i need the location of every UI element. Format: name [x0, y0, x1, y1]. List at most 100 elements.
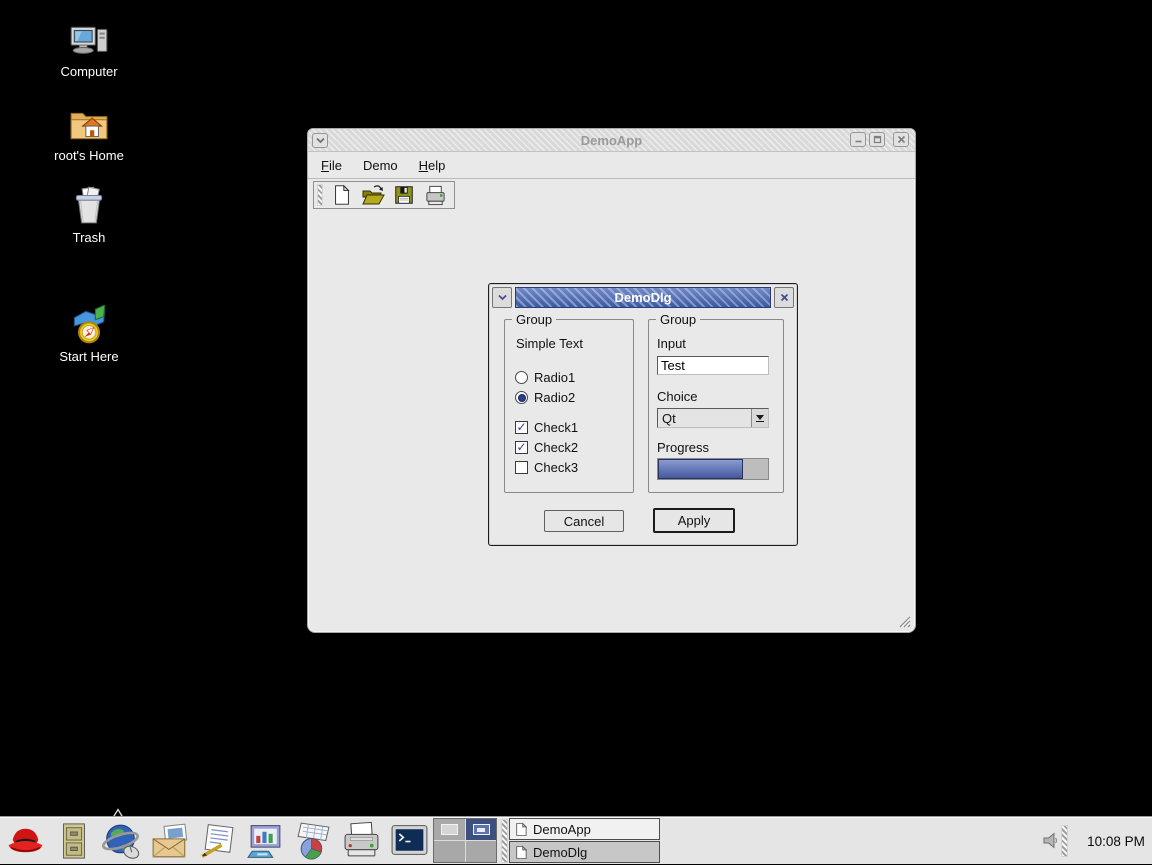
cancel-button[interactable]: Cancel [544, 510, 624, 532]
web-browser-icon [101, 821, 142, 861]
open-file-icon [361, 184, 385, 206]
word-processor-button[interactable] [197, 820, 238, 861]
resize-grip[interactable] [897, 614, 911, 628]
choice-label: Choice [657, 389, 697, 404]
document-icon [515, 845, 527, 860]
workspace-2-active[interactable] [466, 819, 497, 840]
close-icon [780, 293, 789, 302]
computer-icon [68, 24, 110, 60]
clock: 10:08 PM [1080, 817, 1152, 865]
save-icon [393, 184, 415, 206]
terminal-icon [389, 822, 430, 860]
desktop-icon-start-here[interactable]: Start Here [29, 305, 149, 364]
menu-file[interactable]: File [321, 158, 342, 173]
task-button-demoapp[interactable]: DemoApp [509, 818, 660, 840]
email-button[interactable] [149, 820, 190, 861]
app-titlebar[interactable]: DemoApp [308, 129, 915, 152]
mini-window [473, 824, 490, 835]
combobox-value: Qt [658, 411, 751, 426]
radio-label: Radio2 [534, 390, 575, 405]
print-manager-button[interactable] [341, 820, 382, 861]
clock-drag-handle[interactable] [1061, 825, 1068, 857]
home-folder-icon [68, 106, 110, 144]
input-field[interactable] [657, 356, 769, 375]
group-box-right: Group Input Choice Qt Progress [648, 319, 784, 493]
maximize-icon [873, 135, 882, 144]
spreadsheet-icon [293, 821, 334, 860]
presentation-icon [245, 822, 286, 860]
checkbox-label: Check1 [534, 420, 578, 435]
menu-help[interactable]: Help [419, 158, 446, 173]
tasklist-drag-handle[interactable] [501, 819, 508, 863]
chevron-bar [756, 421, 764, 422]
terminal-button[interactable] [389, 820, 430, 861]
word-processor-icon [197, 822, 238, 860]
minimize-button[interactable] [850, 132, 866, 147]
desktop-icon-label: root's Home [29, 148, 149, 163]
menu-demo[interactable]: Demo [363, 158, 398, 173]
volume-icon[interactable] [1042, 832, 1060, 849]
checkbox-label: Check2 [534, 440, 578, 455]
new-document-button[interactable] [330, 183, 354, 207]
workspace-1[interactable] [434, 819, 465, 840]
radio-icon [515, 391, 528, 404]
radio-icon [515, 371, 528, 384]
checkbox-icon: ✓ [515, 441, 528, 454]
file-manager-button[interactable] [53, 820, 94, 861]
dialog-titlebar[interactable]: DemoDlg [492, 287, 794, 308]
redhat-menu-icon [5, 823, 46, 859]
app-window-title: DemoApp [308, 133, 915, 148]
radio-radio2[interactable]: Radio2 [515, 390, 575, 405]
taskbar: DemoApp DemoDlg 10:08 PM [0, 816, 1152, 864]
maximize-button[interactable] [869, 132, 885, 147]
close-button[interactable] [893, 132, 909, 147]
print-manager-icon [341, 821, 382, 860]
file-manager-icon [55, 821, 93, 861]
print-icon [424, 184, 447, 207]
toolbar-drag-handle[interactable] [317, 184, 323, 206]
mini-window [441, 824, 458, 835]
checkbox-check1[interactable]: ✓ Check1 [515, 420, 578, 435]
checkbox-icon: ✓ [515, 421, 528, 434]
progress-label: Progress [657, 440, 709, 455]
task-button-demodlg[interactable]: DemoDlg [509, 841, 660, 863]
redhat-menu-button[interactable] [5, 820, 46, 861]
task-label: DemoDlg [533, 845, 587, 860]
workspace-4[interactable] [466, 841, 497, 862]
desktop-icon-roots-home[interactable]: root's Home [29, 106, 149, 163]
workspace-3[interactable] [434, 841, 465, 862]
task-label: DemoApp [533, 822, 591, 837]
desktop-icon-label: Trash [29, 230, 149, 245]
minimize-icon [854, 135, 863, 144]
checkbox-label: Check3 [534, 460, 578, 475]
dialog-close-button[interactable] [774, 287, 794, 308]
presentation-button[interactable] [245, 820, 286, 861]
desktop-icon-label: Start Here [29, 349, 149, 364]
group-box-label: Group [656, 312, 700, 327]
progress-fill [658, 459, 743, 479]
desktop-icon-trash[interactable]: Trash [29, 186, 149, 245]
checkbox-check2[interactable]: ✓ Check2 [515, 440, 578, 455]
apply-button[interactable]: Apply [653, 508, 735, 533]
start-here-icon [68, 305, 110, 345]
group-box-label: Group [512, 312, 556, 327]
print-button[interactable] [423, 183, 447, 207]
window-menu-icon [497, 293, 508, 302]
radio-radio1[interactable]: Radio1 [515, 370, 575, 385]
trash-icon [69, 186, 109, 226]
email-icon [150, 822, 190, 860]
radio-label: Radio1 [534, 370, 575, 385]
dialog-window: DemoDlg Group Simple Text Radio1 Radio2 … [488, 283, 798, 546]
desktop-icon-label: Computer [29, 64, 149, 79]
app-toolbar [308, 179, 915, 210]
web-browser-button[interactable] [101, 820, 142, 861]
dialog-window-menu-button[interactable] [492, 287, 512, 308]
open-file-button[interactable] [361, 183, 385, 207]
save-button[interactable] [392, 183, 416, 207]
spreadsheet-button[interactable] [293, 820, 334, 861]
choice-combobox[interactable]: Qt [657, 408, 769, 428]
combobox-dropdown-button[interactable] [751, 409, 768, 427]
desktop-icon-computer[interactable]: Computer [29, 24, 149, 79]
checkbox-check3[interactable]: ✓ Check3 [515, 460, 578, 475]
progress-bar [657, 458, 769, 480]
